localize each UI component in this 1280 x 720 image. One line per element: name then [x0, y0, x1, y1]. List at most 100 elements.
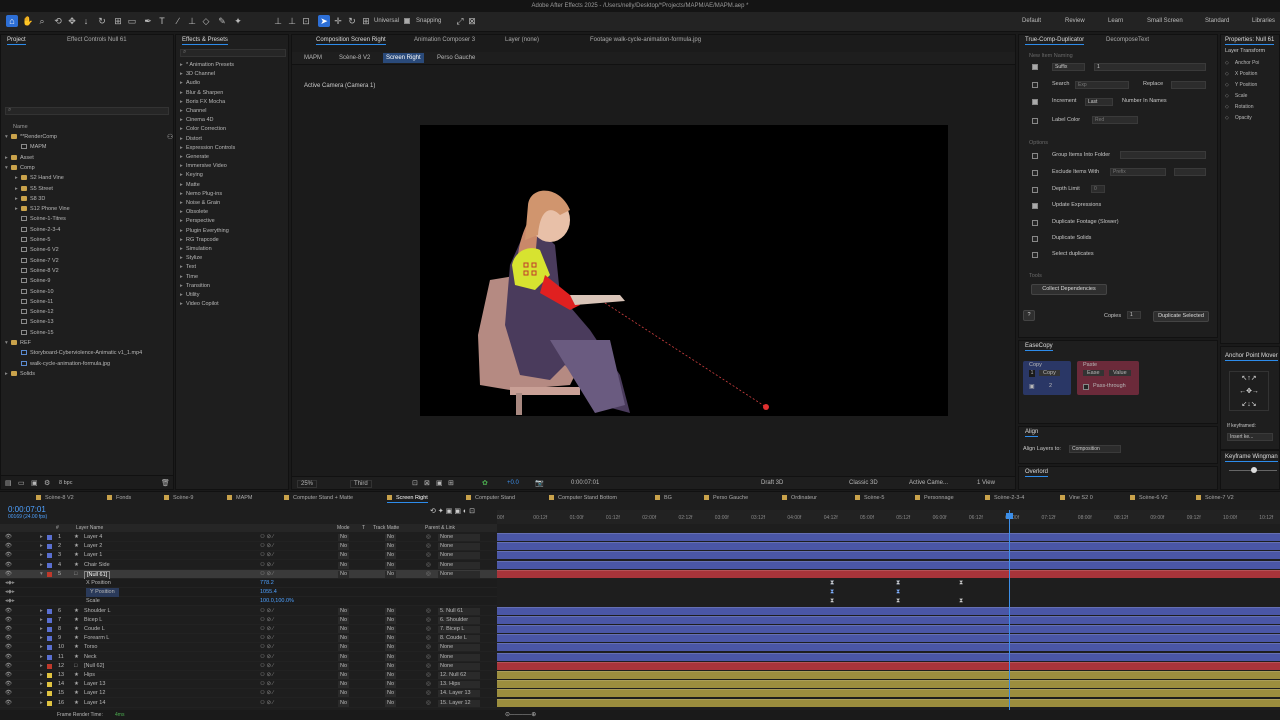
tab-comp[interactable]: Scène-9	[164, 493, 194, 503]
layer-name[interactable]: Shoulder L	[84, 607, 111, 616]
effect-category[interactable]: ▸ Channel	[180, 107, 207, 115]
blend-mode-dropdown[interactable]: No	[338, 690, 350, 698]
visibility-eye-icon[interactable]: 👁	[5, 561, 12, 570]
tab-comp[interactable]: Computer Stand + Matte	[284, 493, 353, 503]
layer-row[interactable]: 👁 ▸ 15 ★ Layer 12 ⚇ ⊘ ∕ No No ◎ 14. Layer 13	[0, 689, 497, 699]
chevron-right-icon[interactable]: ▸	[40, 561, 43, 570]
parent-dropdown[interactable]: 5. Null 61	[438, 607, 480, 615]
parent-dropdown[interactable]: 8. Coude L	[438, 635, 480, 643]
parent-dropdown[interactable]: 15. Layer 12	[438, 699, 480, 707]
viewer-timecode[interactable]: 0:00:07:01	[571, 480, 599, 486]
track-matte-dropdown[interactable]: No	[385, 662, 397, 670]
camera-dropdown[interactable]: Active Came...	[909, 480, 948, 486]
layer-switches-icon[interactable]: ⚇ ⊘ ∕	[260, 671, 274, 680]
layer-name[interactable]: Chair Side	[84, 561, 110, 570]
wingman-slider-handle[interactable]	[1251, 467, 1257, 473]
list-item[interactable]: Scène-9	[15, 277, 51, 285]
layer-duration-bar[interactable]	[497, 652, 1280, 661]
effect-category[interactable]: ▸ Expression Controls	[180, 144, 235, 152]
label-color-swatch[interactable]	[47, 700, 52, 706]
chevron-right-icon[interactable]: ▸	[40, 616, 43, 625]
pass-through-checkbox[interactable]	[1083, 384, 1089, 390]
blend-mode-dropdown[interactable]: No	[338, 653, 350, 661]
visibility-eye-icon[interactable]: 👁	[5, 653, 12, 662]
effect-category[interactable]: ▸ Cinema 4D	[180, 116, 214, 124]
layer-duration-bar[interactable]	[497, 680, 1280, 689]
label-color-swatch[interactable]	[47, 627, 52, 632]
chevron-right-icon[interactable]: ▸	[40, 689, 43, 698]
layer-name[interactable]: Layer 2	[84, 542, 102, 551]
keyframe-icon[interactable]: ⧗	[830, 589, 834, 595]
copy-num-2[interactable]: 2	[1049, 383, 1052, 389]
layer-row[interactable]: 👁 ▸ 3 ★ Layer 1 ⚇ ⊘ ∕ No No ◎ None	[0, 551, 497, 561]
keyframe-icon[interactable]: ◇	[1225, 82, 1229, 88]
duplicate-footage-checkbox[interactable]	[1032, 220, 1038, 226]
effect-category[interactable]: ▸ Boris FX Mocha	[180, 98, 225, 106]
property-row[interactable]: ◂◆▸ Y Position 1055.4	[0, 588, 497, 598]
label-color-swatch[interactable]	[47, 673, 52, 678]
effect-category[interactable]: ▸ Blur & Sharpen	[180, 89, 223, 97]
track-matte-dropdown[interactable]: No	[385, 570, 397, 578]
chevron-right-icon[interactable]: ▸	[40, 607, 43, 616]
tab-comp[interactable]: Ordinateur	[782, 493, 817, 503]
parent-dropdown[interactable]: None	[438, 570, 480, 578]
brush-tool-icon[interactable]: ∕	[172, 15, 184, 27]
property-value[interactable]: 100.0,100.0%	[260, 597, 294, 606]
stopwatch-icon[interactable]: ◂◆▸	[5, 579, 15, 588]
layer-row[interactable]: 👁 ▸ 6 ★ Shoulder L ⚇ ⊘ ∕ No No ◎ 5. Null 61	[0, 607, 497, 616]
orbit-tool-icon[interactable]: ⟲	[52, 15, 64, 27]
pan-tool-icon[interactable]: ✥	[66, 15, 78, 27]
copy-clipboard-icon[interactable]: ▣	[1029, 383, 1035, 390]
exclude-field[interactable]	[1174, 168, 1206, 176]
track-matte-dropdown[interactable]: No	[385, 626, 397, 633]
effect-category[interactable]: ▸ RG Trapcode	[180, 236, 219, 244]
eraser-tool-icon[interactable]: ◇	[200, 15, 212, 27]
pick-whip-icon[interactable]: ◎	[426, 689, 431, 698]
property-item[interactable]: ◇ Scale	[1225, 92, 1247, 100]
effect-category[interactable]: ▸ Distort	[180, 135, 202, 143]
label-color-swatch[interactable]	[47, 571, 52, 577]
visibility-eye-icon[interactable]: 👁	[5, 699, 12, 708]
label-color-swatch[interactable]	[47, 553, 52, 559]
list-item[interactable]: Scène-13	[15, 318, 54, 326]
search-field[interactable]: Exp	[1075, 81, 1129, 89]
effect-category[interactable]: ▸ Stylize	[180, 254, 202, 262]
effect-category[interactable]: ▸ Keying	[180, 171, 203, 179]
keyframe-icon[interactable]: ⧗	[959, 598, 963, 604]
track-matte-dropdown[interactable]: No	[385, 552, 397, 560]
effect-category[interactable]: ▸ Nemo Plug-ins	[180, 190, 222, 198]
visibility-eye-icon[interactable]: 👁	[5, 551, 12, 560]
text-tool-icon[interactable]: T	[156, 15, 168, 27]
track-matte-dropdown[interactable]: No	[385, 644, 397, 652]
layer-name[interactable]: Layer 14	[84, 699, 105, 708]
depth-limit-field[interactable]: 0	[1091, 185, 1105, 193]
views-dropdown[interactable]: 1 View	[977, 480, 995, 486]
chevron-right-icon[interactable]: ▸	[40, 643, 43, 652]
layer-name[interactable]: Neck	[84, 653, 97, 662]
universal-icon[interactable]: ⊞	[360, 15, 372, 27]
pick-whip-icon[interactable]: ◎	[426, 643, 431, 652]
update-expressions-checkbox[interactable]	[1032, 203, 1038, 209]
list-item[interactable]: Scène-10	[15, 288, 54, 296]
pick-whip-icon[interactable]: ◎	[426, 561, 431, 570]
list-item[interactable]: ▾ Comp	[5, 164, 35, 172]
new-comp-icon[interactable]: ▣	[31, 479, 38, 487]
layer-row[interactable]: 👁 ▸ 10 ★ Torso ⚇ ⊘ ∕ No No ◎ None	[0, 643, 497, 653]
workspace-default[interactable]: Default	[1022, 18, 1041, 24]
blend-mode-dropdown[interactable]: No	[338, 662, 350, 670]
roto-tool-icon[interactable]: ✎	[216, 15, 228, 27]
layer-duration-bar[interactable]	[497, 671, 1280, 679]
layer-switches-icon[interactable]: ⚇ ⊘ ∕	[260, 542, 274, 551]
tab-effect-controls[interactable]: Effect Controls Null 61	[67, 35, 127, 45]
label-color-swatch[interactable]	[47, 535, 52, 540]
property-item[interactable]: ◇ X Position	[1225, 70, 1257, 78]
keyframe-icon[interactable]: ◇	[1225, 60, 1229, 66]
select-3d-icon[interactable]: ➤	[318, 15, 330, 27]
keyframe-icon[interactable]: ◇	[1225, 93, 1229, 99]
label-color-swatch[interactable]	[47, 617, 52, 623]
tab-comp[interactable]: Computer Stand	[466, 493, 515, 503]
workspace-review[interactable]: Review	[1065, 18, 1085, 24]
property-value[interactable]: 1055.4	[260, 588, 277, 597]
tab-true-comp-duplicator[interactable]: True-Comp-Duplicator	[1025, 35, 1085, 45]
layer-switches-icon[interactable]: ⚇ ⊘ ∕	[260, 625, 274, 634]
